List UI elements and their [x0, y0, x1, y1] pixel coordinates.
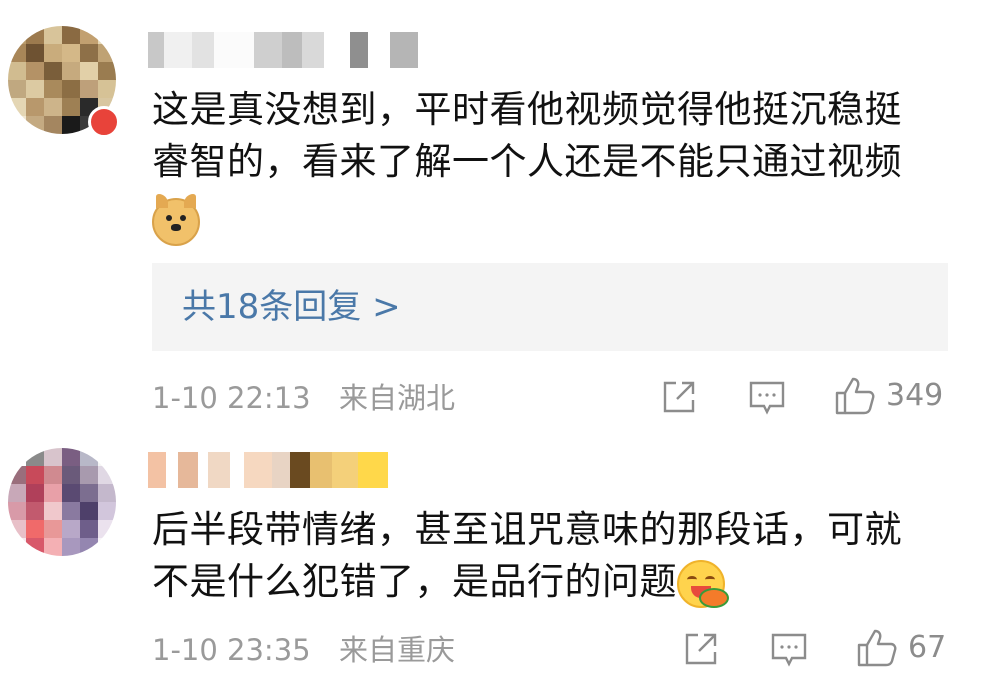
yum-emoji-icon: [677, 559, 729, 608]
verified-badge: [88, 106, 120, 138]
username-blurred[interactable]: [148, 32, 418, 68]
like-count: 67: [908, 630, 947, 665]
comment-location: 来自湖北: [339, 381, 456, 415]
comment-button[interactable]: [748, 380, 786, 416]
comment-icon: [749, 381, 785, 415]
like-icon: [857, 629, 897, 667]
comment-text-line: 后半段带情绪，甚至诅咒意味的那段话，可就: [152, 508, 902, 551]
username-blurred[interactable]: [148, 452, 388, 488]
share-button[interactable]: [660, 378, 698, 416]
share-icon: [663, 381, 695, 413]
comment-meta: 1-10 22:13 来自湖北: [152, 380, 455, 416]
comment-text-line: 睿智的，看来了解一个人还是不能只通过视频: [152, 140, 902, 183]
like-button[interactable]: 67: [856, 628, 946, 668]
comment-time: 1-10 23:35: [152, 633, 311, 667]
comment-button[interactable]: [770, 632, 808, 668]
comment-text: 后半段带情绪，甚至诅咒意味的那段话，可就 不是什么犯错了，是品行的问题: [152, 504, 952, 608]
comment-icon: [771, 633, 807, 667]
comment-meta: 1-10 23:35 来自重庆: [152, 632, 455, 668]
comment-text-line: 不是什么犯错了，是品行的问题: [152, 556, 952, 608]
like-count: 349: [886, 378, 944, 413]
view-replies-link[interactable]: 共18条回复 >: [182, 287, 401, 327]
like-button[interactable]: 349: [834, 376, 943, 416]
comment-text-line: 不是什么犯错了，是品行的问题: [152, 560, 677, 603]
share-icon: [685, 633, 717, 665]
share-button[interactable]: [682, 630, 720, 668]
replies-box[interactable]: 共18条回复 >: [152, 263, 948, 351]
avatar[interactable]: [8, 448, 116, 556]
comment-text: 这是真没想到，平时看他视频觉得他挺沉稳挺 睿智的，看来了解一个人还是不能只通过视…: [152, 84, 952, 246]
comment-text-line: 这是真没想到，平时看他视频觉得他挺沉稳挺: [152, 88, 902, 131]
comment-location: 来自重庆: [339, 633, 456, 667]
like-icon: [835, 377, 875, 415]
doge-emoji-icon: [152, 193, 200, 246]
comment-time: 1-10 22:13: [152, 381, 311, 415]
